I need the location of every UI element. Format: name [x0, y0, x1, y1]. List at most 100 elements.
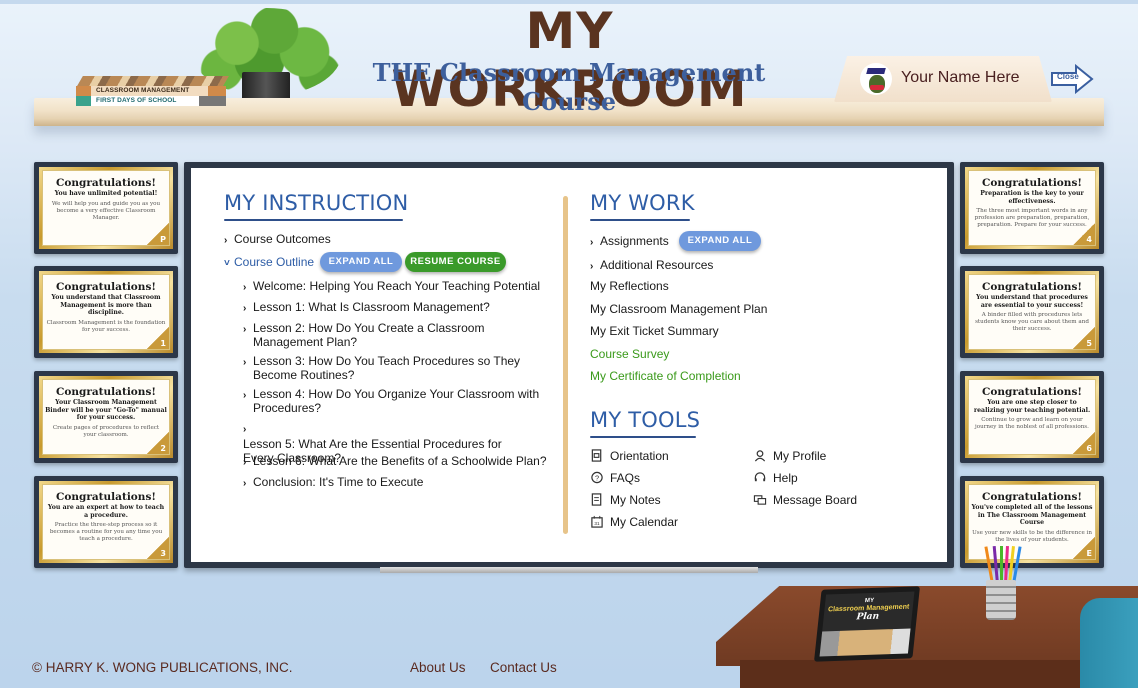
cert-body: Continue to grow and learn on your journ…	[975, 417, 1089, 430]
my-reflections-link[interactable]: My Reflections	[590, 279, 669, 293]
cert-badge: 4	[1073, 223, 1095, 245]
chevron-down-icon: ˅	[224, 258, 230, 269]
certificate-5[interactable]: Congratulations! You understand that pro…	[960, 266, 1104, 358]
course-subtitle: THE Classroom Management Course	[372, 58, 766, 116]
chevron-right-icon: ›	[243, 303, 247, 314]
binder-cover: MY Classroom Management Plan	[822, 591, 915, 632]
chair	[1080, 598, 1138, 688]
help-link[interactable]: Help	[753, 471, 798, 485]
binder-photo	[819, 628, 911, 657]
chevron-right-icon: ›	[243, 478, 247, 489]
cert-title: Congratulations!	[982, 386, 1082, 398]
copyright: © HARRY K. WONG PUBLICATIONS, INC.	[32, 660, 293, 675]
certificate-p[interactable]: Congratulations! You have unlimited pote…	[34, 162, 178, 254]
assignments-link[interactable]: › Assignments	[590, 234, 669, 250]
chevron-right-icon: ›	[243, 282, 247, 293]
lesson-4[interactable]: › Lesson 4: How Do You Organize Your Clas…	[243, 387, 543, 415]
chevron-right-icon: ›	[243, 457, 247, 468]
svg-text:31: 31	[594, 521, 600, 526]
work-underline	[590, 219, 690, 221]
bookworm-body	[869, 75, 885, 93]
cert-title: Congratulations!	[56, 386, 156, 398]
graduation-cap-icon	[866, 68, 886, 74]
faqs-link[interactable]: ? FAQs	[590, 471, 640, 485]
chevron-right-icon: ›	[243, 424, 247, 435]
cert-headline: You have unlimited potential!	[54, 190, 158, 197]
cert-headline: You are one step closer to realizing you…	[973, 399, 1091, 414]
classroom-management-plan-binder[interactable]: MY Classroom Management Plan	[813, 586, 921, 662]
course-outline-link[interactable]: ˅ Course Outline	[224, 255, 314, 271]
tools-heading: MY TOOLS	[590, 408, 701, 432]
whiteboard-tray	[380, 567, 758, 573]
pencil-green	[1000, 546, 1003, 584]
cert-badge: P	[147, 223, 169, 245]
cert-badge: 1	[147, 327, 169, 349]
chevron-right-icon: ›	[224, 235, 228, 246]
tools-underline	[590, 436, 696, 438]
certificate-6[interactable]: Congratulations! You are one step closer…	[960, 371, 1104, 463]
message-board-link[interactable]: Message Board	[753, 493, 857, 507]
lesson-6[interactable]: › Lesson 6: What Are the Benefits of a Sc…	[243, 454, 547, 470]
message-board-icon	[753, 495, 767, 505]
chevron-right-icon: ›	[243, 357, 247, 368]
close-label[interactable]: Close	[1057, 72, 1079, 81]
contact-us-link[interactable]: Contact Us	[490, 660, 557, 675]
certificate-2[interactable]: Congratulations! Your Classroom Manageme…	[34, 371, 178, 463]
resume-course-button[interactable]: RESUME COURSE	[405, 252, 506, 272]
my-notes-link[interactable]: My Notes	[590, 493, 661, 507]
cert-badge: 3	[147, 537, 169, 559]
lesson-conclusion[interactable]: › Conclusion: It's Time to Execute	[243, 475, 423, 491]
instruction-expand-all-button[interactable]: EXPAND ALL	[320, 252, 402, 272]
desk	[716, 586, 1138, 666]
additional-resources-link[interactable]: › Additional Resources	[590, 258, 713, 274]
lesson-welcome[interactable]: › Welcome: Helping You Reach Your Teachin…	[243, 279, 540, 295]
lesson-1[interactable]: › Lesson 1: What Is Classroom Management?	[243, 300, 490, 316]
work-heading: MY WORK	[590, 191, 695, 215]
my-plan-link[interactable]: My Classroom Management Plan	[590, 302, 767, 316]
calendar-icon: 31	[591, 515, 603, 528]
notes-icon	[591, 493, 602, 506]
course-outcomes-link[interactable]: › Course Outcomes	[224, 232, 331, 248]
cert-body: We will help you and guide you as you be…	[51, 200, 161, 221]
cert-title: Congratulations!	[56, 281, 156, 293]
my-calendar-link[interactable]: 31 My Calendar	[590, 515, 678, 529]
shelf-edge	[34, 118, 1104, 126]
faq-icon: ?	[591, 471, 603, 484]
cert-title: Congratulations!	[982, 491, 1082, 503]
chevron-right-icon: ›	[590, 261, 594, 272]
pencil-cup	[986, 580, 1016, 620]
cert-headline: You are an expert at how to teach a proc…	[47, 504, 165, 519]
certificate-3[interactable]: Congratulations! You are an expert at ho…	[34, 476, 178, 568]
cert-headline: Preparation is the key to your effective…	[980, 190, 1084, 205]
cert-headline: You understand that procedures are essen…	[976, 294, 1088, 309]
orientation-icon	[591, 449, 602, 462]
instruction-heading: MY INSTRUCTION	[224, 191, 409, 215]
certificate-e[interactable]: Congratulations! You've completed all of…	[960, 476, 1104, 568]
cert-headline: Your Classroom Management Binder will be…	[45, 399, 167, 421]
cert-badge: 6	[1073, 432, 1095, 454]
cert-title: Congratulations!	[56, 177, 156, 189]
cert-title: Congratulations!	[56, 491, 156, 503]
lesson-3[interactable]: › Lesson 3: How Do You Teach Procedures s…	[243, 354, 543, 382]
exit-ticket-link[interactable]: My Exit Ticket Summary	[590, 324, 719, 338]
cert-headline: You've completed all of the lessons in T…	[971, 504, 1093, 526]
book-stack-top	[77, 76, 229, 86]
desk-front	[740, 660, 1138, 688]
bowtie-icon	[870, 85, 884, 90]
certificate-link[interactable]: My Certificate of Completion	[590, 369, 741, 383]
certificate-4[interactable]: Congratulations! Preparation is the key …	[960, 162, 1104, 254]
about-us-link[interactable]: About Us	[410, 660, 466, 675]
orientation-link[interactable]: Orientation	[590, 449, 669, 463]
column-divider	[563, 196, 568, 534]
certificate-1[interactable]: Congratulations! You understand that Cla…	[34, 266, 178, 358]
cert-badge: 5	[1073, 327, 1095, 349]
course-survey-link[interactable]: Course Survey	[590, 347, 669, 361]
my-profile-link[interactable]: My Profile	[753, 449, 826, 463]
cert-badge: 2	[147, 432, 169, 454]
work-expand-all-button[interactable]: EXPAND ALL	[679, 231, 761, 251]
avatar[interactable]	[860, 63, 892, 95]
book-classroom-management: CLASSROOM MANAGEMENT	[76, 86, 226, 96]
user-name[interactable]: Your Name Here	[901, 69, 1020, 87]
lesson-2[interactable]: › Lesson 2: How Do You Create a Classroom…	[243, 321, 543, 349]
cert-title: Congratulations!	[982, 177, 1082, 189]
